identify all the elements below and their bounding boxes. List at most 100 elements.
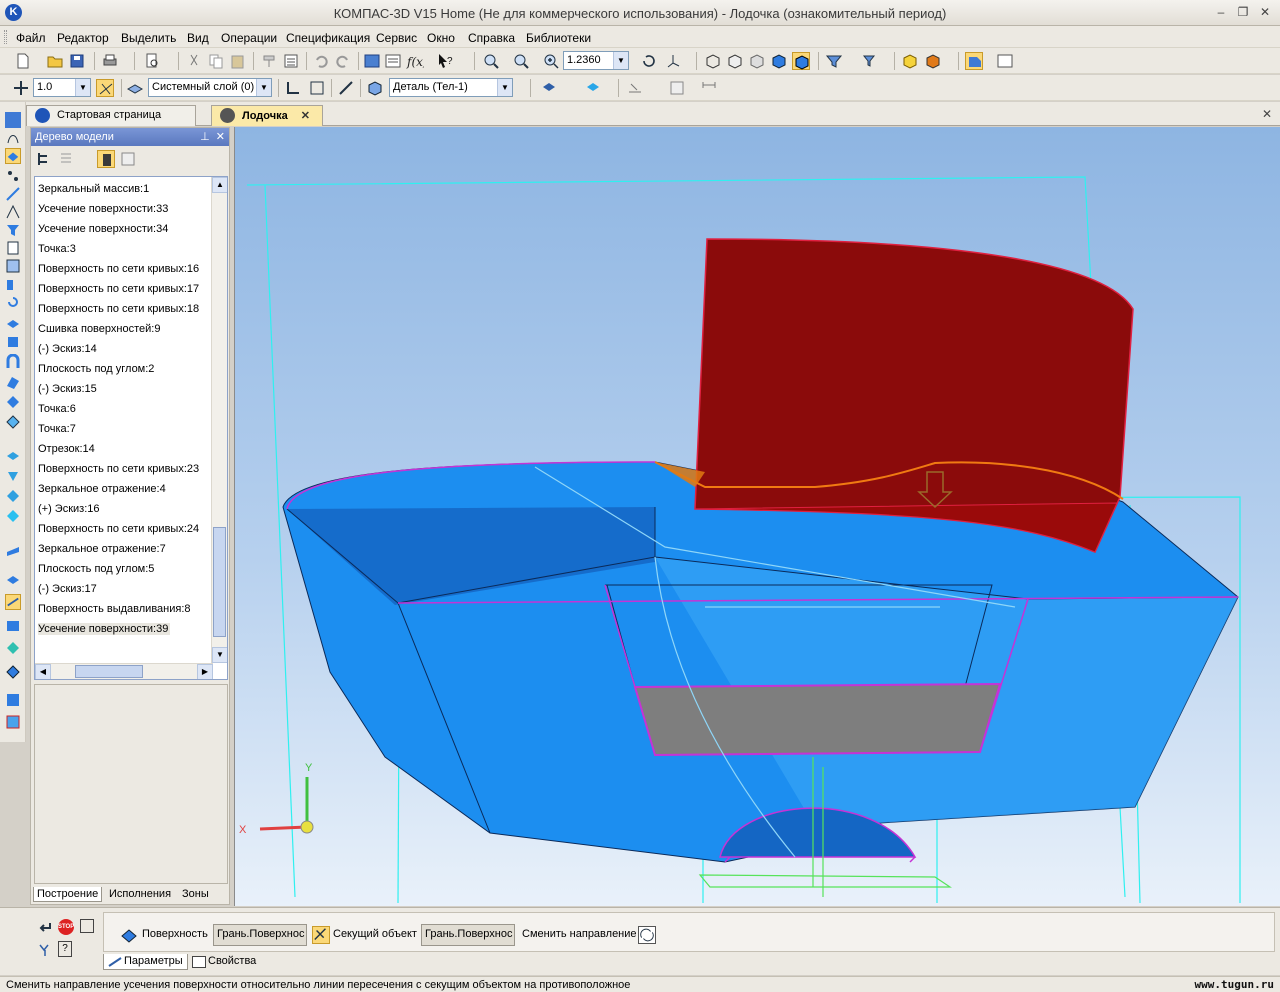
scroll-left-icon[interactable]: ◀ [35,664,51,679]
tree-item[interactable]: Отрезок:14 [38,443,95,455]
tree-item[interactable]: Плоскость под углом:2 [38,363,154,375]
undo-icon[interactable] [312,52,330,70]
redo-icon[interactable] [334,52,352,70]
close-icon[interactable]: ✕ [1262,107,1272,121]
layer-combo[interactable]: Системный слой (0) ▼ [148,78,272,97]
tab-lodochka[interactable]: Лодочка ✕ [211,105,323,126]
fx-icon[interactable]: f(x) [406,52,428,70]
scroll-up-icon[interactable]: ▲ [212,177,227,193]
constraint-icon[interactable] [626,79,644,97]
link-icon[interactable] [38,942,52,958]
tree-item[interactable]: Плоскость под углом:5 [38,563,154,575]
surface-field[interactable]: Грань.Поверхнос [213,924,307,946]
detail-icon[interactable] [366,79,384,97]
tree-item[interactable]: Сшивка поверхностей:9 [38,323,160,335]
tree-mode-icon[interactable] [97,150,115,168]
model-viewport[interactable]: Y X [234,127,1280,906]
pin-icon[interactable]: ⊥ [200,131,210,143]
tool-measure-icon[interactable] [5,276,21,292]
menu-service[interactable]: Сервис [376,31,417,45]
tree-item[interactable]: Зеркальное отражение:7 [38,543,166,555]
tree-item[interactable]: Усечение поверхности:39 [38,623,171,635]
tree-item[interactable]: (-) Эскиз:17 [38,583,97,595]
menu-window[interactable]: Окно [427,31,455,45]
tree-item[interactable]: (-) Эскиз:14 [38,343,97,355]
menu-editor[interactable]: Редактор [57,31,109,45]
line-scale-combo[interactable]: 1.0 ▼ [33,78,91,97]
scroll-down-icon[interactable]: ▼ [212,647,227,663]
panel-toggle-icon[interactable] [996,52,1014,70]
cutting-object-icon[interactable] [312,926,330,944]
format-painter-icon[interactable] [260,52,278,70]
tab-start-page[interactable]: Стартовая страница [26,105,196,126]
tool-trim-surface-icon[interactable] [5,594,21,610]
tree-item[interactable]: Зеркальное отражение:4 [38,483,166,495]
properties-icon[interactable] [282,52,300,70]
menu-view[interactable]: Вид [187,31,209,45]
grid-snap-icon[interactable] [96,79,114,97]
tree-toggle-icon[interactable] [965,52,983,70]
detail-combo[interactable]: Деталь (Тел-1) ▼ [389,78,513,97]
tree-item[interactable]: (+) Эскиз:16 [38,503,100,515]
menu-specification[interactable]: Спецификация [286,31,370,45]
paste-icon[interactable] [229,52,247,70]
shaded-icon[interactable] [770,52,788,70]
tool-extrude-icon[interactable] [5,314,21,330]
print-preview-icon[interactable] [143,52,161,70]
tree-item[interactable]: Точка:6 [38,403,76,415]
manager-icon[interactable] [363,52,381,70]
restore-button[interactable]: ❐ [1236,5,1250,19]
tree-item[interactable]: Точка:3 [38,243,76,255]
tool-frame-icon[interactable] [5,258,21,274]
minimize-button[interactable]: – [1214,5,1228,19]
layer-icon[interactable] [126,79,144,97]
apply-arrow-icon[interactable] [38,920,52,934]
tab-zones[interactable]: Зоны [179,887,212,901]
local-cs-icon[interactable] [284,79,302,97]
hidden-lines-icon[interactable] [726,52,744,70]
tab-parameters[interactable]: Параметры [103,954,188,970]
snap-point-icon[interactable] [12,79,30,97]
tool-line-icon[interactable] [5,186,21,202]
orientation-icon[interactable] [664,52,682,70]
scroll-thumb[interactable] [213,527,226,637]
menu-help[interactable]: Справка [468,31,515,45]
tool-split-icon[interactable] [5,508,21,524]
filter-icon[interactable] [825,52,843,70]
help-icon[interactable]: ? [58,941,72,957]
tool-doc-icon[interactable] [5,240,21,256]
tree-item[interactable]: Зеркальный массив:1 [38,183,149,195]
chevron-down-icon[interactable]: ▼ [497,79,512,96]
tree-filter-icon[interactable] [119,150,137,168]
stop-icon[interactable]: STOP [58,919,74,935]
rotate-icon[interactable] [640,52,658,70]
parametric-icon[interactable] [337,79,355,97]
tool-loft-icon[interactable] [5,374,21,390]
thin-lines-icon[interactable] [748,52,766,70]
scroll-right-icon[interactable]: ▶ [197,664,213,679]
model-tree-list[interactable]: Зеркальный массив:1 Усечение поверхности:… [34,176,228,680]
shaded-edges-icon[interactable] [792,52,810,70]
color-cube-icon[interactable] [924,52,942,70]
orthogonal-icon[interactable] [308,79,326,97]
menu-libraries[interactable]: Библиотеки [526,31,591,45]
close-button[interactable]: ✕ [1258,5,1272,19]
open-folder-icon[interactable] [46,52,64,70]
dimension-icon[interactable] [700,79,718,97]
close-icon[interactable]: ✕ [301,110,310,122]
cutting-object-field[interactable]: Грань.Поверхнос [421,924,515,946]
tool-points-icon[interactable] [5,168,21,184]
selection-filter-icon[interactable] [862,52,880,70]
tree-item[interactable]: Поверхность по сети кривых:17 [38,283,199,295]
tree-item[interactable]: Усечение поверхности:33 [38,203,168,215]
tool-surface-icon[interactable] [5,148,21,164]
tool-extend-icon[interactable] [5,572,21,588]
tree-item[interactable]: Поверхность выдавливания:8 [38,603,191,615]
menu-operations[interactable]: Операции [221,31,277,45]
tree-item[interactable]: Поверхность по сети кривых:16 [38,263,199,275]
zoom-window-icon[interactable] [482,52,500,70]
tree-vertical-scrollbar[interactable]: ▲ ▼ [211,177,227,663]
tool-curve-icon[interactable] [5,130,21,146]
save-icon[interactable] [68,52,86,70]
tree-structure-icon[interactable] [35,150,53,168]
